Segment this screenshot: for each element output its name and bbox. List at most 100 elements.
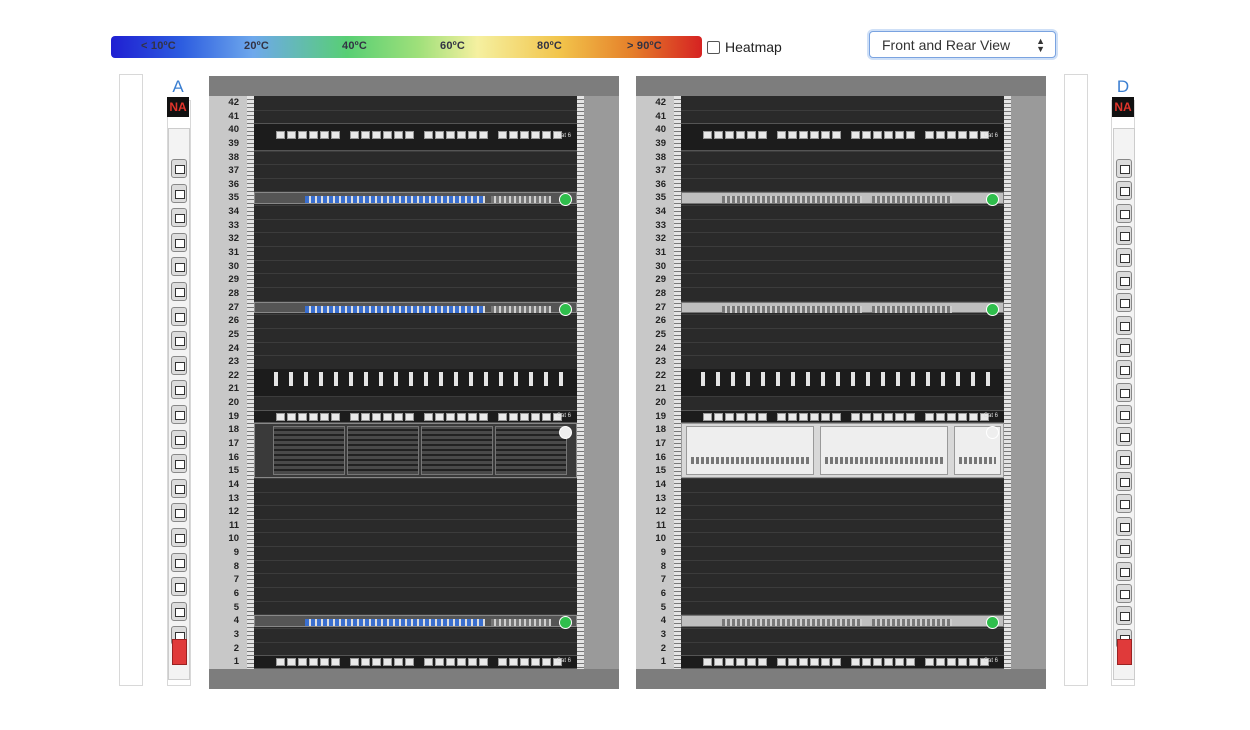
patch-port[interactable] [777,658,786,667]
patch-port[interactable] [906,412,915,421]
pdu-outlet-icon[interactable] [171,478,187,498]
patch-port[interactable] [810,131,819,140]
patch-port[interactable] [832,131,841,140]
patch-port[interactable] [777,131,786,140]
pdu-outlet-icon[interactable] [171,257,187,277]
patch-port[interactable] [821,658,830,667]
pdu-outlet-icon[interactable] [1116,494,1132,514]
patch-port[interactable] [747,412,756,421]
patch-port[interactable] [542,658,551,667]
patch-port[interactable] [394,412,403,421]
patch-port[interactable] [457,131,466,140]
drive-bay-group[interactable] [347,426,419,476]
patch-port[interactable] [788,658,797,667]
patch-port[interactable] [703,131,712,140]
patch-port[interactable] [969,658,978,667]
patch-port[interactable] [799,131,808,140]
patch-port[interactable] [947,412,956,421]
power-icon[interactable] [986,302,999,316]
patch-port[interactable] [435,131,444,140]
patch-port[interactable] [498,658,507,667]
pdu-outlet-icon[interactable] [1116,315,1132,335]
patch-port[interactable] [958,131,967,140]
patch-port[interactable] [714,412,723,421]
patch-port[interactable] [703,658,712,667]
pdu-outlet-icon[interactable] [171,577,187,597]
patch-port[interactable] [509,131,518,140]
patch-port[interactable] [331,412,340,421]
pdu-outlet-icon[interactable] [1116,382,1132,402]
pdu-outlet-icon[interactable] [1116,270,1132,290]
patch-port[interactable] [736,412,745,421]
pdu-outlet-icon[interactable] [1116,181,1132,201]
pdu-outlet-icon[interactable] [1116,606,1132,626]
pdu-outlet-icon[interactable] [1116,248,1132,268]
patch-port[interactable] [925,658,934,667]
power-icon[interactable] [559,302,572,316]
patch-port[interactable] [350,131,359,140]
pdu-outlet-icon[interactable] [171,528,187,547]
patch-port[interactable] [936,412,945,421]
patch-port[interactable] [331,131,340,140]
patch-port[interactable] [468,658,477,667]
server-rear-module[interactable] [686,426,814,476]
patch-port[interactable] [498,131,507,140]
patch-port[interactable] [725,412,734,421]
patch-port[interactable] [725,131,734,140]
pdu-outlet-icon[interactable] [171,405,187,424]
patch-port[interactable] [758,131,767,140]
patch-port[interactable] [383,131,392,140]
patch-port[interactable] [383,658,392,667]
patch-port[interactable] [287,131,296,140]
patch-port[interactable] [479,412,488,421]
patch-port[interactable] [925,412,934,421]
patch-panel[interactable]: Cat 6 [254,123,577,151]
patch-port[interactable] [361,658,370,667]
patch-port[interactable] [906,131,915,140]
drive-bay-group[interactable] [273,426,345,476]
patch-port[interactable] [424,131,433,140]
pdu-outlet-icon[interactable] [171,454,187,474]
pdu-outlet-icon[interactable] [1116,539,1132,559]
patch-port[interactable] [309,131,318,140]
patch-port[interactable] [394,131,403,140]
patch-port[interactable] [468,412,477,421]
pdu-outlet-icon[interactable] [1116,516,1132,536]
patch-port[interactable] [361,131,370,140]
patch-port[interactable] [936,131,945,140]
patch-port[interactable] [276,412,285,421]
pdu-outlet-icon[interactable] [171,601,187,621]
pdu-outlet-icon[interactable] [1116,337,1132,357]
patch-port[interactable] [287,412,296,421]
patch-port[interactable] [372,658,381,667]
patch-port[interactable] [884,131,893,140]
patch-port[interactable] [372,131,381,140]
patch-port[interactable] [873,412,882,421]
pdu-outlet-icon[interactable] [171,208,187,228]
patch-port[interactable] [895,658,904,667]
patch-port[interactable] [851,412,860,421]
pdu-outlet-icon[interactable] [1116,203,1132,223]
patch-port[interactable] [520,131,529,140]
storage-server[interactable] [254,423,577,478]
patch-port[interactable] [799,412,808,421]
patch-port[interactable] [862,412,871,421]
pdu-outlet-icon[interactable] [171,552,187,572]
patch-port[interactable] [810,658,819,667]
storage-server-rear[interactable] [681,423,1004,478]
pdu-power-switch[interactable] [172,639,187,665]
pdu-outlet-icon[interactable] [1116,159,1132,178]
patch-port[interactable] [435,412,444,421]
patch-port[interactable] [736,658,745,667]
power-icon[interactable] [559,426,572,440]
pdu-outlet-icon[interactable] [1116,293,1132,313]
patch-port[interactable] [531,412,540,421]
patch-port[interactable] [969,131,978,140]
patch-panel[interactable]: Cat 6 [681,655,1004,669]
patch-port[interactable] [509,658,518,667]
pdu-right-strip[interactable] [1113,128,1135,680]
patch-port[interactable] [895,412,904,421]
pdu-outlet-icon[interactable] [171,183,187,203]
patch-port[interactable] [895,131,904,140]
patch-port[interactable] [714,658,723,667]
